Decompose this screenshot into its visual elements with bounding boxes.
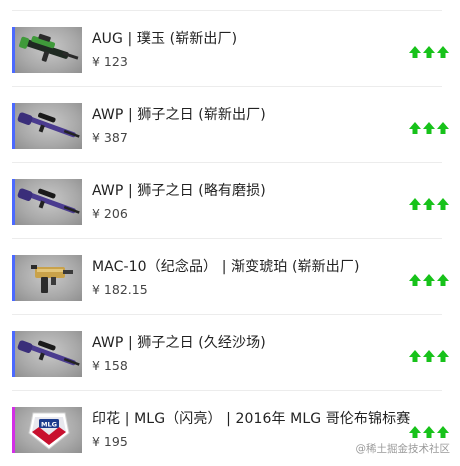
triple-up-arrow-icon xyxy=(409,198,449,210)
awp-rifle-icon xyxy=(12,331,82,377)
watermark: @稀土掘金技术社区 xyxy=(355,443,451,455)
awp-rifle-icon xyxy=(12,103,82,149)
list-item[interactable]: AWP | 狮子之日 (久经沙场) ¥ 158 xyxy=(0,314,460,390)
item-name: 印花 | MLG（闪亮） | 2016年 MLG 哥伦布锦标赛 xyxy=(92,411,411,427)
item-name: MAC-10（纪念品） | 渐变琥珀 (崭新出厂) xyxy=(92,259,360,275)
item-price: ¥ 206 xyxy=(92,206,128,221)
triple-up-arrow-icon xyxy=(409,274,449,286)
item-price: ¥ 123 xyxy=(92,54,128,69)
item-price: ¥ 182.15 xyxy=(92,282,148,297)
item-price: ¥ 195 xyxy=(92,434,128,449)
item-price: ¥ 158 xyxy=(92,358,128,373)
list-item[interactable]: AWP | 狮子之日 (崭新出厂) ¥ 387 xyxy=(0,86,460,162)
item-list: AUG | 璞玉 (崭新出厂) ¥ 123 AWP | 狮子之日 (崭新出厂) … xyxy=(0,0,460,460)
triple-up-arrow-icon xyxy=(409,122,449,134)
item-name: AUG | 璞玉 (崭新出厂) xyxy=(92,31,238,47)
mlg-sticker-icon: MLG xyxy=(12,407,82,453)
item-name: AWP | 狮子之日 (略有磨损) xyxy=(92,183,266,199)
svg-text:MLG: MLG xyxy=(41,421,57,429)
item-price: ¥ 387 xyxy=(92,130,128,145)
item-name: AWP | 狮子之日 (久经沙场) xyxy=(92,335,266,351)
list-item[interactable]: AWP | 狮子之日 (略有磨损) ¥ 206 xyxy=(0,162,460,238)
list-item[interactable]: MAC-10（纪念品） | 渐变琥珀 (崭新出厂) ¥ 182.15 xyxy=(0,238,460,314)
awp-rifle-icon xyxy=(12,179,82,225)
mac10-smg-icon xyxy=(12,255,82,301)
aug-rifle-icon xyxy=(12,27,82,73)
triple-up-arrow-icon xyxy=(409,350,449,362)
item-name: AWP | 狮子之日 (崭新出厂) xyxy=(92,107,266,123)
triple-up-arrow-icon xyxy=(409,426,449,438)
list-item[interactable]: AUG | 璞玉 (崭新出厂) ¥ 123 xyxy=(0,10,460,86)
triple-up-arrow-icon xyxy=(409,46,449,58)
